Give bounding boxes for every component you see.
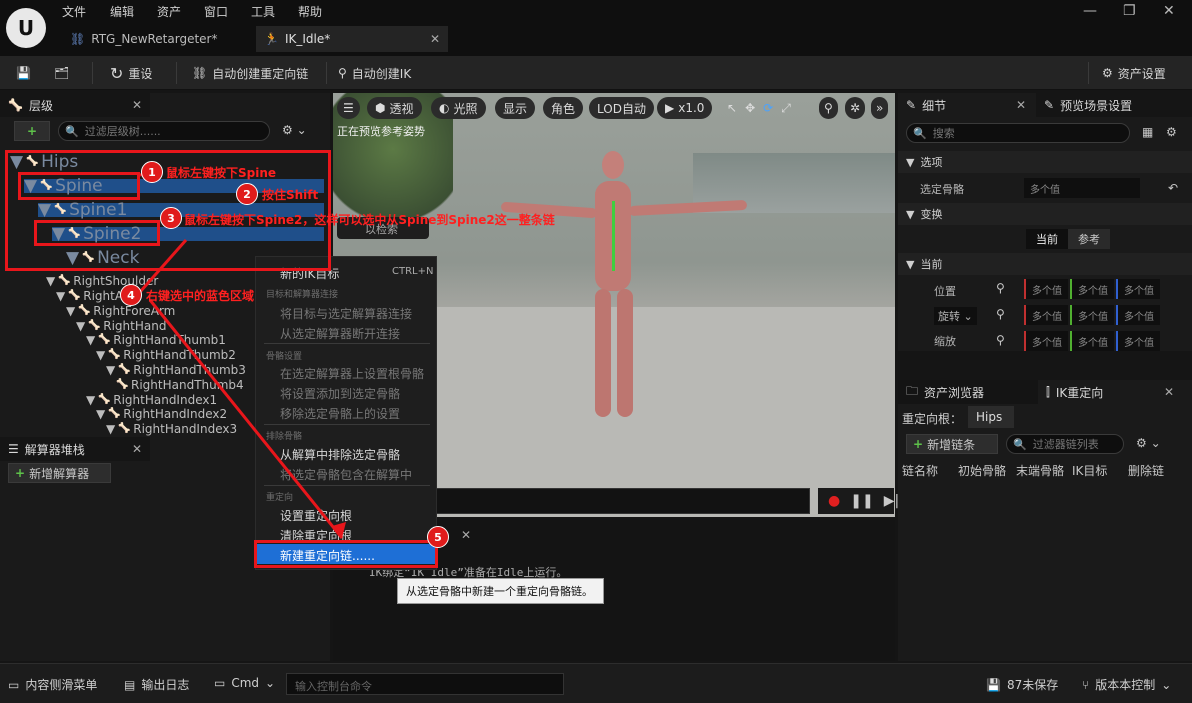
annotation-badge-4: 4 [120, 284, 142, 306]
chevron-down-icon: ⌄ [265, 676, 276, 690]
output-log-button[interactable]: ▤ 输出日志 [124, 676, 189, 693]
annotation-badge-3: 3 [160, 207, 182, 229]
cmd-dropdown[interactable]: ▭ Cmd ⌄ [214, 676, 275, 690]
annotation-arrows [138, 170, 346, 539]
annotation-badge-1: 1 [141, 161, 163, 183]
save-icon: 💾 [986, 677, 1001, 692]
annotation-badge-2: 2 [236, 183, 258, 205]
drawer-icon: ▭ [8, 677, 20, 692]
log-icon: ▤ [124, 677, 136, 692]
annotation-text-1: 鼠标左键按下Spine [166, 166, 277, 180]
annotation-text-3: 鼠标左键按下Spine2，这样可以选中从Spine到Spine2这一整条链 [184, 213, 555, 227]
content-drawer-button[interactable]: ▭ 内容侧滑菜单 [8, 676, 97, 693]
annotation-text-2: 按住Shift [262, 188, 319, 202]
annotation-badge-5: 5 [427, 526, 449, 548]
status-bar: ▭ 内容侧滑菜单 ▤ 输出日志 ▭ Cmd ⌄ 输入控制台命令 💾 87未保存 ⑂ 版本本控… [0, 663, 1192, 703]
source-control-button[interactable]: ⑂ 版本本控制 ⌄ [1082, 676, 1171, 693]
annotation-text-4: 右键选中的蓝色区域 [146, 289, 255, 303]
branch-icon: ⑂ [1082, 677, 1090, 692]
console-input[interactable]: 输入控制台命令 [286, 673, 564, 695]
unsaved-button[interactable]: 💾 87未保存 [986, 676, 1058, 693]
terminal-icon: ▭ [214, 676, 226, 690]
arrow-line [148, 299, 344, 539]
arrow-line [138, 239, 188, 293]
chevron-down-icon: ⌄ [1161, 677, 1172, 692]
